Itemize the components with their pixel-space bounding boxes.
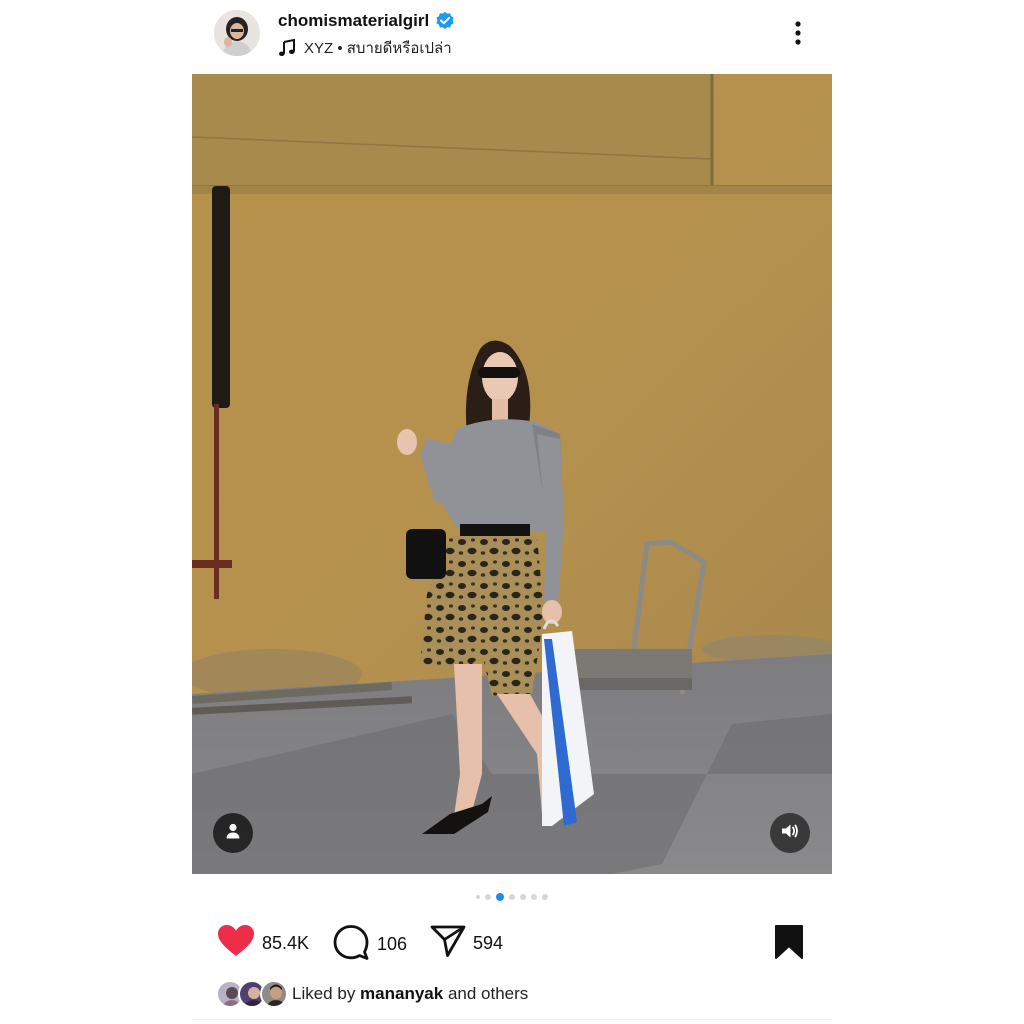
comment-button[interactable]: 106 bbox=[332, 924, 407, 965]
share-button[interactable]: 594 bbox=[430, 924, 503, 963]
carousel-dot bbox=[509, 894, 515, 900]
author-avatar[interactable] bbox=[214, 10, 260, 56]
liked-by-row[interactable]: Liked by mananyak and others bbox=[214, 978, 528, 1010]
bookmark-icon[interactable] bbox=[773, 924, 805, 960]
liked-by-text: Liked by mananyak and others bbox=[292, 984, 528, 1004]
carousel-dot-active bbox=[496, 893, 504, 901]
music-artist: XYZ bbox=[304, 39, 334, 57]
post-actions: 85.4K 106 594 bbox=[192, 918, 832, 964]
like-count: 85.4K bbox=[262, 933, 310, 953]
liked-by-suffix: and others bbox=[443, 984, 529, 1003]
post-header: chomismaterialgirl XYZ • สบายดีหรือเปล่า bbox=[192, 0, 832, 74]
music-info[interactable]: XYZ • สบายดีหรือเปล่า bbox=[278, 37, 452, 59]
post-photo[interactable] bbox=[192, 74, 832, 874]
liked-by-user[interactable]: mananyak bbox=[360, 984, 443, 1003]
username-row: chomismaterialgirl bbox=[278, 9, 455, 33]
music-separator: • bbox=[333, 39, 347, 57]
send-icon bbox=[430, 924, 466, 963]
carousel-dot bbox=[520, 894, 526, 900]
carousel-dot bbox=[542, 894, 548, 900]
author-username[interactable]: chomismaterialgirl bbox=[278, 11, 429, 31]
comment-icon bbox=[332, 924, 370, 965]
carousel-dot bbox=[485, 894, 491, 900]
verified-badge-icon bbox=[435, 11, 455, 31]
volume-icon bbox=[780, 821, 800, 846]
liked-by-prefix: Liked by bbox=[292, 984, 361, 1003]
share-count: 594 bbox=[473, 933, 504, 953]
heart-icon bbox=[217, 924, 255, 963]
photo-scene bbox=[192, 74, 832, 874]
music-note-icon bbox=[278, 38, 296, 57]
carousel-indicator bbox=[192, 892, 832, 902]
carousel-dot bbox=[476, 895, 480, 899]
like-button[interactable]: 85.4K bbox=[217, 924, 309, 963]
more-options-icon[interactable] bbox=[788, 18, 808, 48]
avatar bbox=[260, 980, 288, 1008]
liked-by-avatars bbox=[214, 979, 292, 1009]
person-tag-icon bbox=[224, 822, 242, 845]
sound-toggle-button[interactable] bbox=[770, 813, 810, 853]
instagram-post: chomismaterialgirl XYZ • สบายดีหรือเปล่า bbox=[192, 0, 832, 1024]
divider bbox=[192, 1019, 832, 1020]
music-title: สบายดีหรือเปล่า bbox=[346, 40, 452, 57]
comment-count: 106 bbox=[377, 934, 408, 954]
tagged-people-button[interactable] bbox=[213, 813, 253, 853]
carousel-dot bbox=[531, 894, 537, 900]
